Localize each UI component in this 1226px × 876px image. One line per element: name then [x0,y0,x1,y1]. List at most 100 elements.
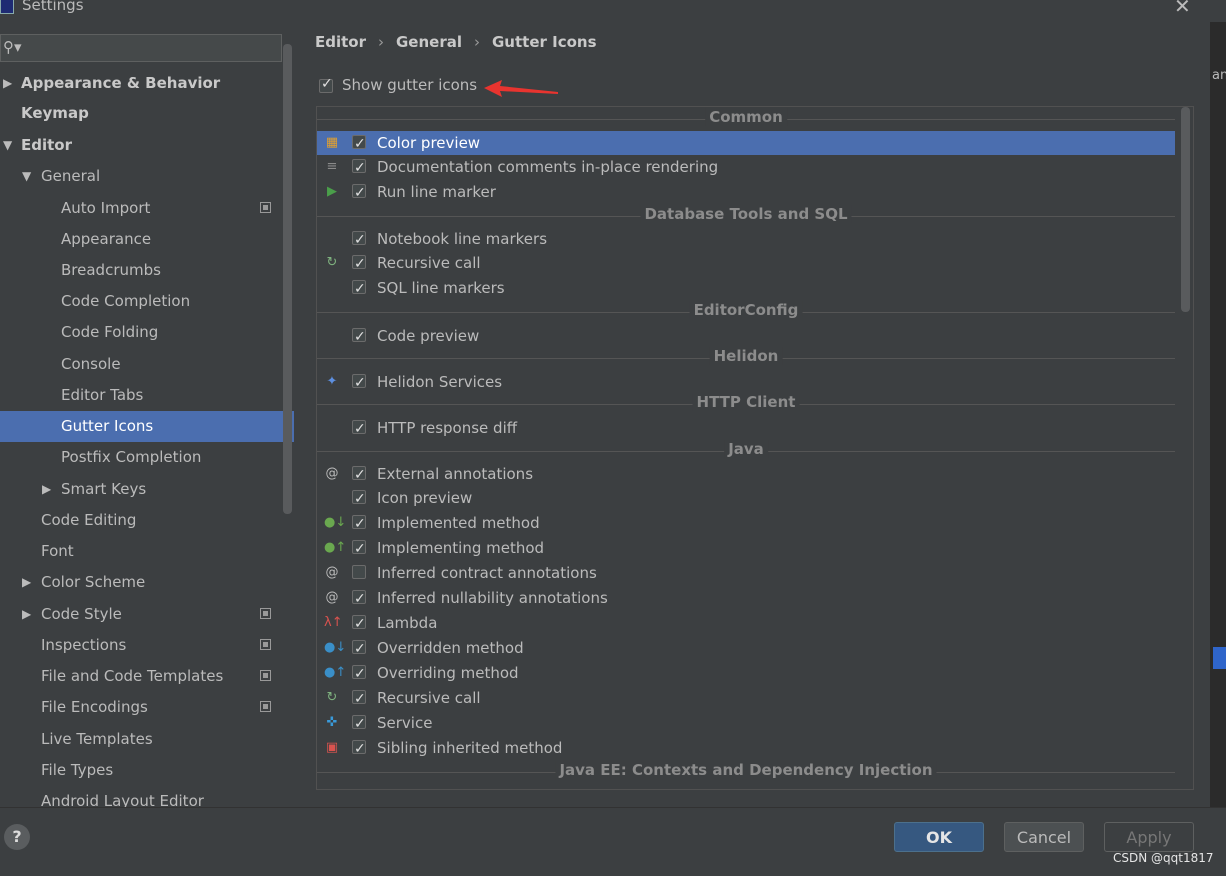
option-checkbox[interactable] [352,463,366,487]
sidebar-item[interactable]: ▶ Code Style [0,599,294,630]
chevron-right-icon[interactable]: ▶ [22,599,31,630]
gutter-option-row[interactable]: λ↑ Lambda [317,611,1175,636]
option-checkbox[interactable] [352,181,366,205]
gutter-option-row[interactable]: Icon preview [317,486,1175,511]
show-gutter-icons-option[interactable]: Show gutter icons [319,76,477,94]
sidebar-item[interactable]: Appearance [0,224,294,255]
option-label: Code preview [377,327,480,345]
gutter-option-row[interactable]: @ Inferred nullability annotations [317,586,1175,611]
help-button[interactable]: ? [4,824,30,850]
title-bar: Settings ✕ [0,0,1226,22]
option-checkbox[interactable] [352,277,366,301]
doc-lines-icon: ≡ [326,159,338,174]
sidebar-item-label: Code Editing [41,511,137,529]
section-header: HTTP Client [317,393,1175,413]
option-label: Implementing method [377,539,545,557]
chevron-down-icon[interactable]: ▼ [3,130,12,161]
gutter-option-row[interactable]: HTTP response diff [317,416,1175,441]
sidebar-item[interactable]: Editor Tabs [0,380,294,411]
sidebar-item[interactable]: Keymap [0,98,294,129]
option-checkbox[interactable] [352,687,366,711]
gutter-option-row[interactable]: ▣ Sibling inherited method [317,736,1175,761]
option-checkbox[interactable] [352,737,366,761]
breadcrumb-editor[interactable]: Editor [315,33,366,51]
gutter-option-row[interactable]: @ Inferred contract annotations [317,561,1175,585]
option-label: SQL line markers [377,279,505,297]
show-gutter-icons-checkbox[interactable] [319,76,333,93]
search-input[interactable]: ⚲▾ [0,34,282,62]
app-icon [0,0,14,14]
gutter-option-row[interactable]: ▶ Run line marker [317,180,1175,205]
ok-button[interactable]: OK [894,822,984,852]
breadcrumb-general[interactable]: General [396,33,462,51]
sidebar-item[interactable]: ▼ General [0,161,294,192]
sidebar-item[interactable]: Auto Import [0,193,294,224]
option-checkbox[interactable] [352,662,366,686]
recursive-icon: ↻ [326,690,338,705]
gutter-option-row[interactable]: Notebook line markers [317,227,1175,252]
sidebar-item[interactable]: Android Layout Editor [0,786,294,807]
gutter-option-row[interactable]: ●↓ Implemented method [317,511,1175,536]
cancel-button[interactable]: Cancel [1004,822,1084,852]
sidebar-item[interactable]: Code Editing [0,505,294,536]
option-checkbox[interactable] [352,587,366,611]
option-checkbox[interactable] [352,228,366,252]
sidebar-item[interactable]: Live Templates [0,724,294,755]
chevron-right-icon[interactable]: ▶ [42,474,51,505]
option-checkbox[interactable] [352,417,366,441]
gutter-option-row[interactable]: ↻ Recursive call [317,251,1175,276]
gutter-option-row[interactable]: ↻ Recursive call [317,686,1175,711]
option-checkbox[interactable] [352,156,366,180]
section-title: Database Tools and SQL [640,205,852,223]
option-label: Documentation comments in-place renderin… [377,158,719,176]
option-checkbox[interactable] [352,537,366,561]
sidebar-item-label: General [41,167,101,185]
option-label: Icon preview [377,489,473,507]
gutter-option-row[interactable]: ✦ Helidon Services [317,370,1175,395]
gutter-option-row[interactable]: ✜ Service [317,711,1175,736]
list-scrollbar[interactable] [1181,107,1190,312]
option-checkbox[interactable] [352,487,366,511]
sidebar-item[interactable]: ▶ Smart Keys [0,474,294,505]
chevron-right-icon[interactable]: ▶ [3,68,12,99]
option-checkbox[interactable] [352,565,366,579]
gutter-option-row[interactable]: Code preview [317,324,1175,349]
sidebar-item[interactable]: Code Completion [0,286,294,317]
option-checkbox[interactable] [352,371,366,395]
sidebar-item[interactable]: ▶ Color Scheme [0,567,294,598]
sidebar-item-label: Code Style [41,605,122,623]
sidebar-item[interactable]: Font [0,536,294,567]
option-checkbox[interactable] [352,252,366,276]
chevron-down-icon[interactable]: ▼ [22,161,31,192]
option-checkbox[interactable] [352,512,366,536]
sidebar-item[interactable]: File Encodings [0,692,294,723]
apply-button[interactable]: Apply [1104,822,1194,852]
sidebar-item-label: Breadcrumbs [61,261,161,279]
option-checkbox[interactable] [352,712,366,736]
sidebar-item[interactable]: Code Folding [0,317,294,348]
close-icon[interactable]: ✕ [1174,0,1191,18]
option-checkbox[interactable] [352,325,366,349]
option-checkbox[interactable] [352,637,366,661]
gutter-option-row[interactable]: ●↑ Implementing method [317,536,1175,561]
chevron-right-icon[interactable]: ▶ [22,567,31,598]
gutter-option-row[interactable]: ≡ Documentation comments in-place renderi… [317,155,1175,180]
gutter-option-row[interactable]: ●↑ Overriding method [317,661,1175,686]
sidebar-scrollbar[interactable] [283,44,292,514]
sidebar-item[interactable]: ▼ Editor [0,130,294,161]
sidebar-item[interactable]: Postfix Completion [0,442,294,473]
option-checkbox[interactable] [352,612,366,636]
option-checkbox[interactable] [352,132,366,156]
gutter-option-row[interactable]: ●↓ Overridden method [317,636,1175,661]
gutter-option-row[interactable]: ▦ Color preview [317,131,1175,156]
sidebar-item[interactable]: File and Code Templates [0,661,294,692]
sidebar-item[interactable]: ▶ Appearance & Behavior [0,68,294,99]
sidebar-item[interactable]: Console [0,349,294,380]
sidebar-item[interactable]: File Types [0,755,294,786]
sidebar-item[interactable]: Inspections [0,630,294,661]
gutter-option-row[interactable]: SQL line markers [317,276,1175,301]
gutter-option-row[interactable]: @ External annotations [317,462,1175,487]
sidebar-item[interactable]: Gutter Icons [0,411,294,442]
background-ide-strip: ant [1210,22,1226,807]
sidebar-item[interactable]: Breadcrumbs [0,255,294,286]
